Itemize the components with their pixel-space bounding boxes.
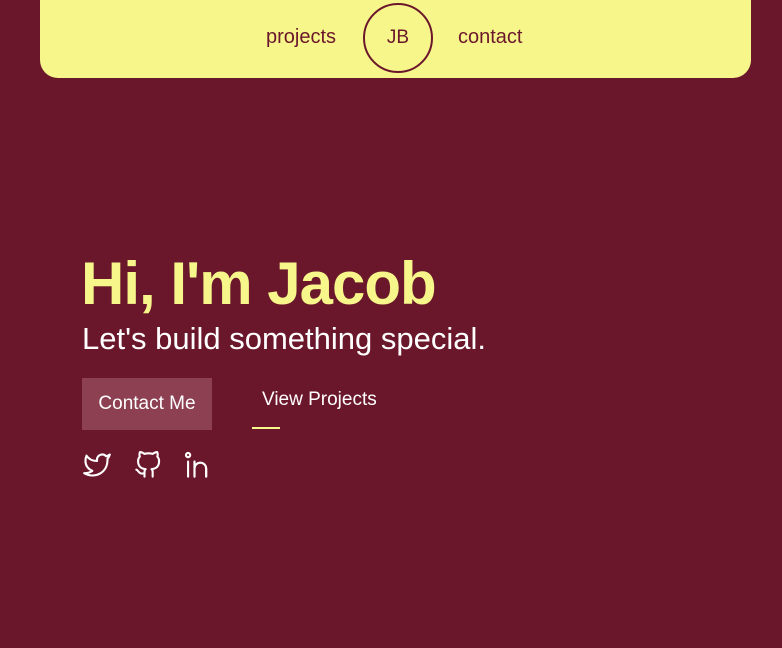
nav-link-contact[interactable]: contact [458, 25, 522, 49]
hero-subtitle: Let's build something special. [82, 321, 486, 356]
hero-title: Hi, I'm Jacob [81, 250, 437, 317]
logo-text: JB [386, 27, 410, 48]
view-projects-button[interactable]: View Projects [262, 389, 377, 411]
top-nav: projects JB contact [40, 0, 751, 78]
nav-link-projects[interactable]: projects [266, 25, 336, 49]
view-projects-underline [252, 427, 280, 429]
linkedin-icon[interactable] [183, 451, 213, 479]
twitter-icon[interactable] [82, 451, 112, 479]
contact-me-button[interactable]: Contact Me [82, 378, 212, 430]
page: projects JB contact Hi, I'm Jacob Let's … [0, 0, 782, 648]
github-icon[interactable] [133, 451, 163, 479]
logo-button[interactable]: JB [363, 3, 433, 73]
